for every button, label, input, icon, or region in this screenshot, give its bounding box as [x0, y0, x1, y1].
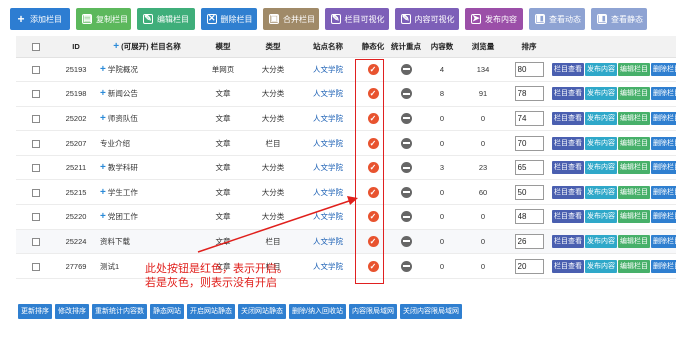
- annotation-line-2: 若是灰色，则表示没有开启: [145, 276, 277, 289]
- bottom-button-7[interactable]: 内容限局域网: [348, 304, 397, 319]
- annotation-line-1: 此处按钮是红色，表示开启。: [145, 262, 288, 275]
- bottom-button-3[interactable]: 静态网站: [150, 304, 184, 319]
- annotation-note: 此处按钮是红色，表示开启。 若是灰色，则表示没有开启: [145, 262, 288, 290]
- bottom-button-8[interactable]: 关闭内容限局域网: [399, 304, 462, 319]
- bottom-button-5[interactable]: 关闭网站静态: [238, 304, 286, 319]
- bottom-button-4[interactable]: 开启网站静态: [187, 304, 235, 319]
- bottom-button-6[interactable]: 删除/纳入回收站: [289, 304, 346, 319]
- bottom-button-2[interactable]: 重新统计内容数: [92, 304, 147, 319]
- bottom-button-0[interactable]: 更新排序: [18, 304, 52, 319]
- annotation-arrow: [197, 196, 358, 253]
- bottom-action-bar: 更新排序 修改排序 重新统计内容数 静态网站 开启网站静态 关闭网站静态 删除/纳入回收站内…: [18, 304, 462, 319]
- bottom-button-1[interactable]: 修改排序: [55, 304, 89, 319]
